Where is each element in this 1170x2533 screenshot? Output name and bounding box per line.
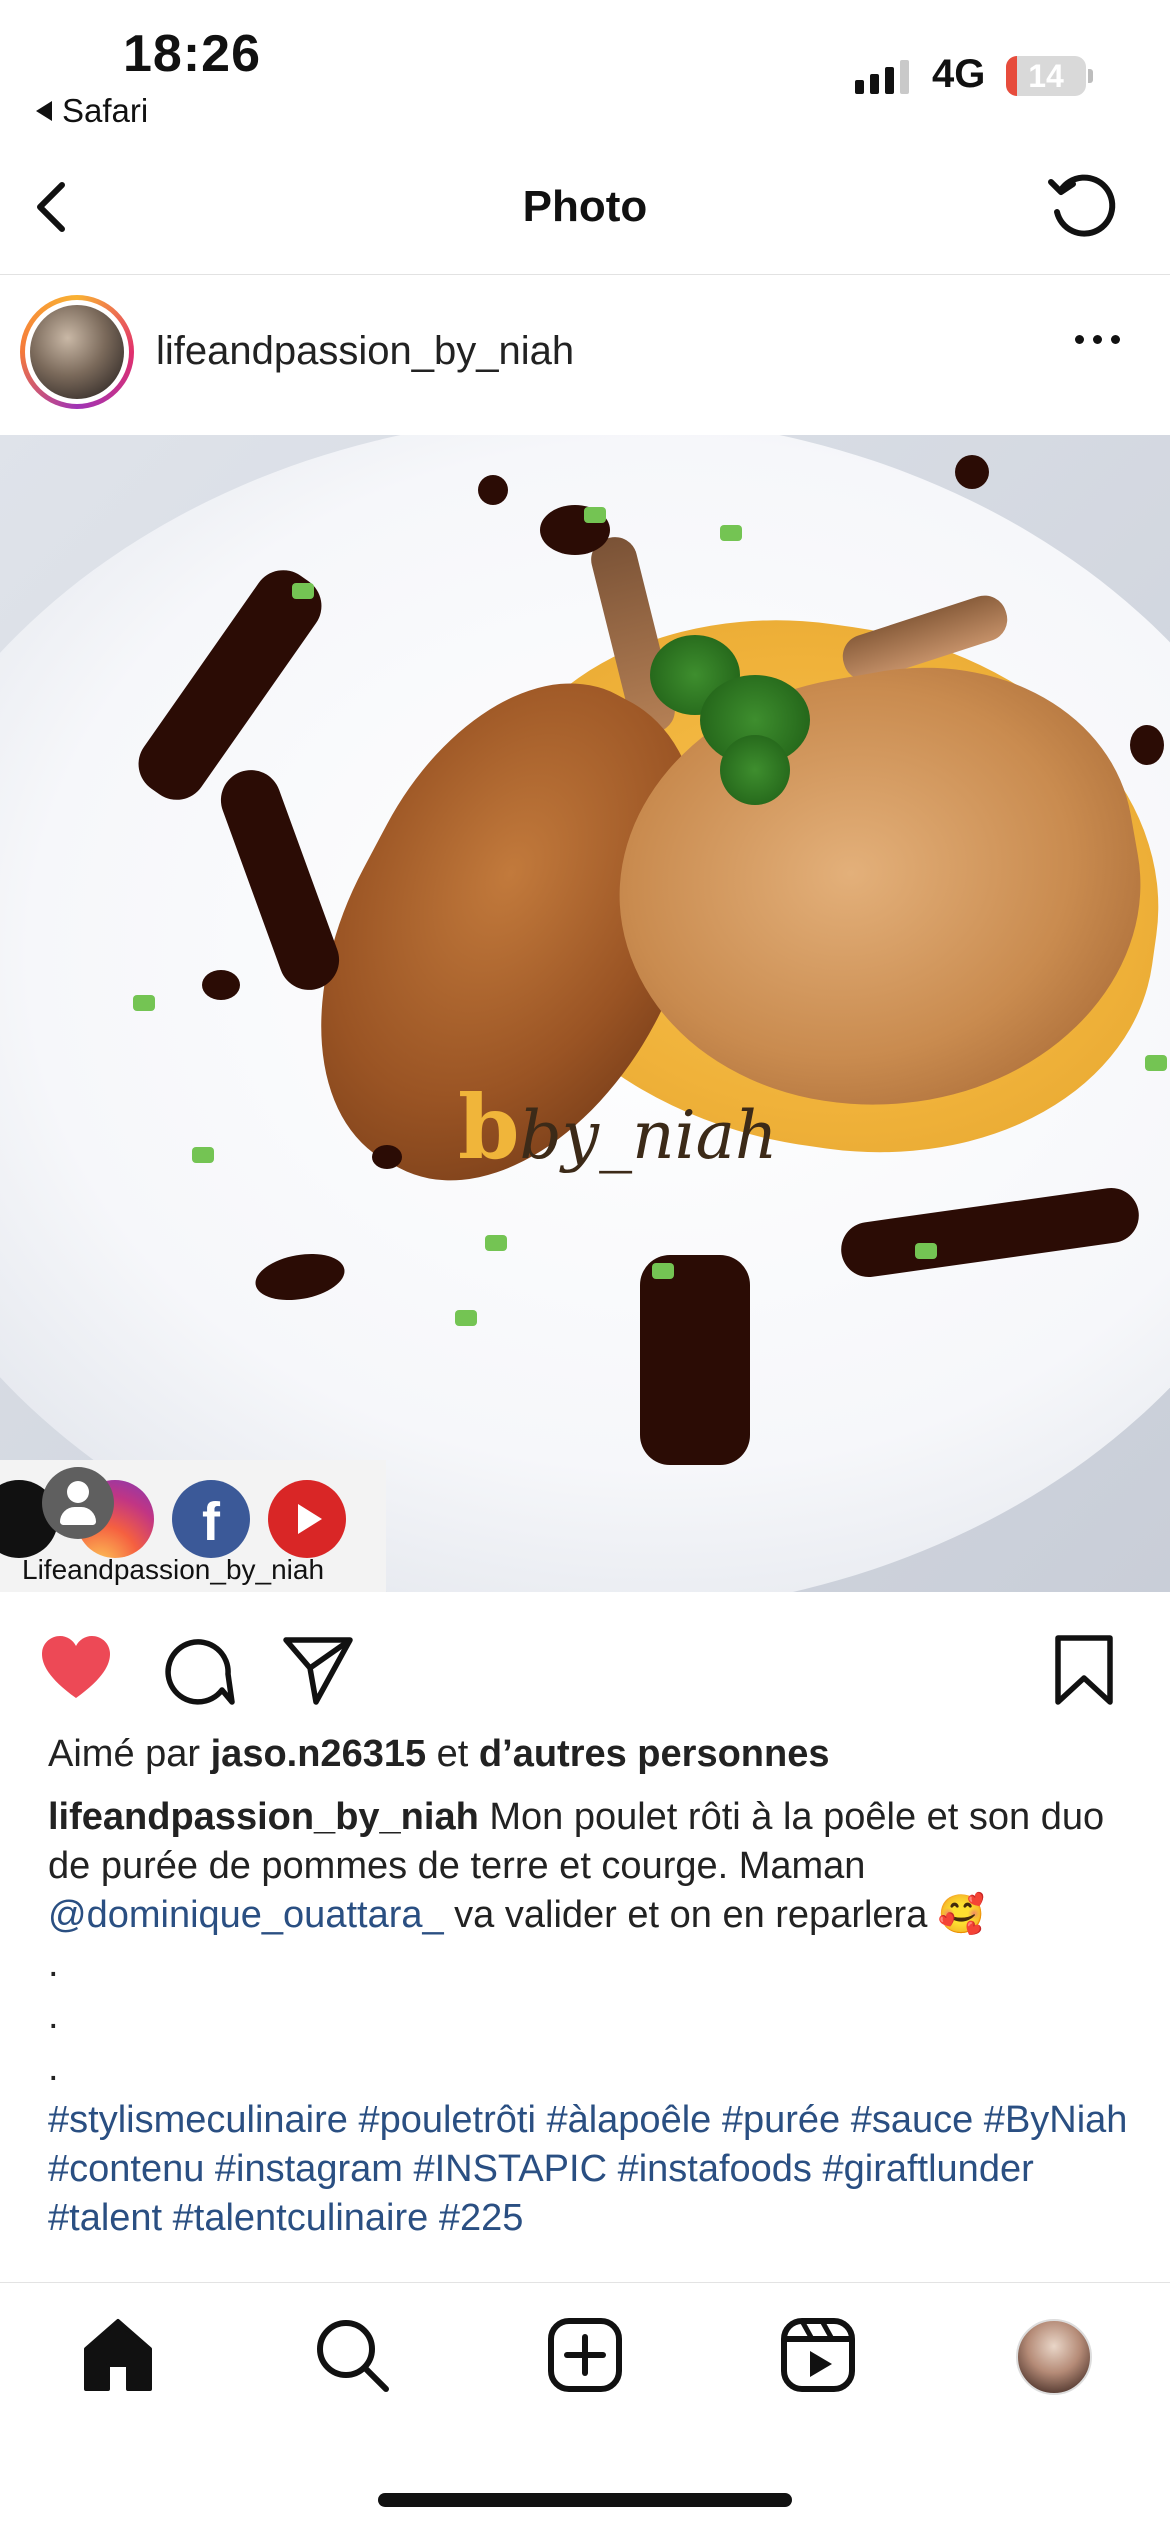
liked-by-user[interactable]: jaso.n26315 xyxy=(211,1733,426,1775)
battery-level: 14 xyxy=(1028,58,1064,94)
caption-dot: . xyxy=(48,2047,59,2089)
cellular-signal-icon xyxy=(855,58,909,94)
home-indicator xyxy=(378,2493,792,2507)
share-icon[interactable] xyxy=(280,1632,356,1708)
network-type: 4G xyxy=(932,52,986,96)
bookmark-icon[interactable] xyxy=(1046,1632,1122,1708)
social-links-overlay: f Lifeandpassion_by_niah xyxy=(0,1460,386,1592)
post-actions xyxy=(0,1592,1170,1742)
battery-icon: 14 xyxy=(1006,56,1086,96)
tab-bar xyxy=(0,2282,1170,2533)
youtube-icon xyxy=(268,1480,346,1558)
story-ring-avatar[interactable] xyxy=(20,295,134,409)
mention-link[interactable]: @dominique_ouattara_ xyxy=(48,1894,444,1936)
facebook-icon: f xyxy=(172,1480,250,1558)
status-bar: 18:26 Safari 4G 14 xyxy=(0,0,1170,140)
watermark: bby_niah xyxy=(458,1075,778,1179)
home-icon[interactable] xyxy=(76,2313,160,2397)
create-post-icon[interactable] xyxy=(543,2313,627,2397)
post-header: lifeandpassion_by_niah xyxy=(0,275,1170,435)
back-app-label: Safari xyxy=(62,92,149,129)
post-username[interactable]: lifeandpassion_by_niah xyxy=(156,329,574,374)
nav-bar: Photo xyxy=(0,140,1170,275)
caption-text: lifeandpassion_by_niah Mon poulet rôti à… xyxy=(48,1796,1105,1936)
profile-avatar[interactable] xyxy=(1016,2319,1092,2395)
reels-icon[interactable] xyxy=(776,2313,860,2397)
liked-by-others[interactable]: d’autres personnes xyxy=(479,1733,830,1775)
back-to-app-link[interactable]: Safari xyxy=(36,92,148,130)
likes-summary[interactable]: Aimé par jaso.n26315 et d’autres personn… xyxy=(48,1730,1138,1779)
post-photo[interactable]: bby_niah f Lifeandpassion_by_niah xyxy=(0,435,1170,1592)
more-options-icon[interactable] xyxy=(1075,335,1120,344)
battery-cap xyxy=(1088,69,1093,83)
avatar xyxy=(30,305,124,399)
tagged-user-icon[interactable] xyxy=(42,1467,114,1539)
social-handle-label: Lifeandpassion_by_niah xyxy=(22,1554,325,1585)
caption-dot: . xyxy=(48,1943,59,1985)
caption-dot: . xyxy=(48,1995,59,2037)
search-icon[interactable] xyxy=(310,2313,394,2397)
status-time: 18:26 xyxy=(123,25,261,83)
heart-icon[interactable] xyxy=(38,1632,114,1708)
back-triangle-icon xyxy=(36,101,52,121)
page-title: Photo xyxy=(522,182,648,231)
post-caption: Aimé par jaso.n26315 et d’autres personn… xyxy=(48,1730,1138,2243)
caption-hashtags[interactable]: #stylismeculinaire #pouletrôti #àlapoêle… xyxy=(48,2096,1138,2243)
comment-icon[interactable] xyxy=(160,1632,236,1708)
refresh-icon[interactable] xyxy=(1045,170,1121,246)
caption-username[interactable]: lifeandpassion_by_niah xyxy=(48,1796,479,1838)
